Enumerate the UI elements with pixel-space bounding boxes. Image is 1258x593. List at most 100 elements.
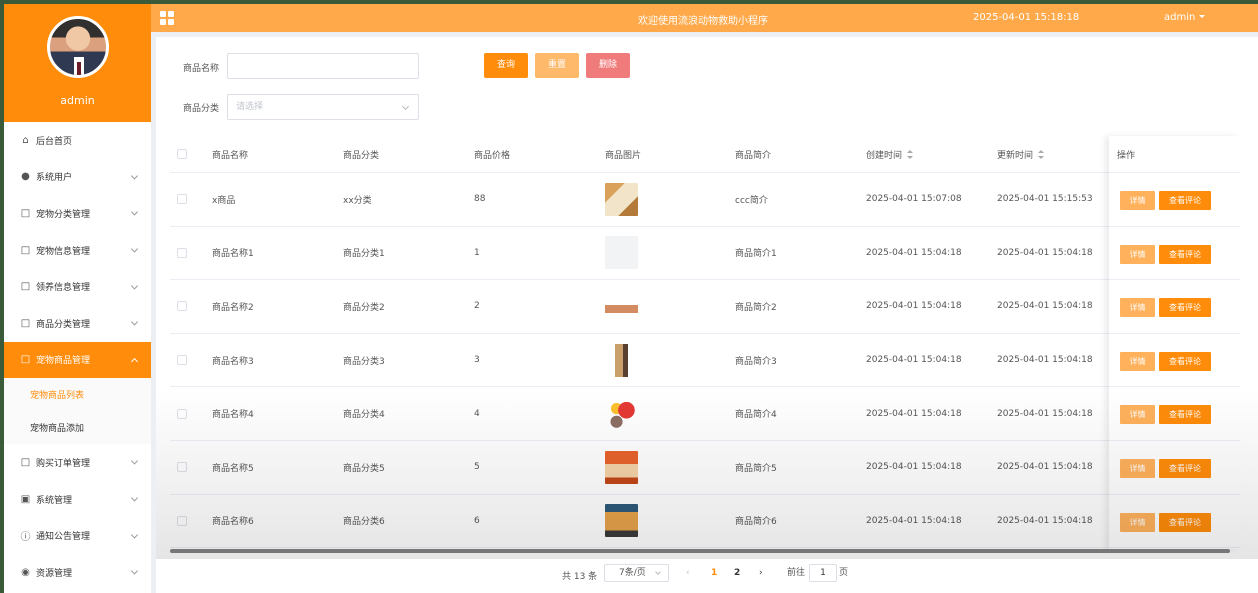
sidebar: admin ⌂ 后台首页 ● 系统用户 □ 宠物分类管理 □ 宠物信息管理 □ 领养信息管理 □ 商品… <box>4 4 151 593</box>
product-thumbnail[interactable] <box>605 504 638 538</box>
sidebar-item[interactable]: □ 商品分类管理 <box>4 305 151 342</box>
user-dropdown[interactable]: admin <box>1164 12 1205 23</box>
page-size-select[interactable]: 7条/页 <box>604 564 669 582</box>
home-icon: ⌂ <box>22 134 29 146</box>
row-checkbox[interactable] <box>177 247 187 258</box>
avatar[interactable] <box>47 16 109 78</box>
view-reviews-button[interactable]: 查看评论 <box>1159 298 1211 318</box>
delete-button[interactable]: 删除 <box>586 53 630 78</box>
view-reviews-button[interactable]: 查看评论 <box>1159 191 1211 210</box>
profile-area: admin <box>4 4 151 122</box>
chevron-down-icon <box>130 567 139 575</box>
row-checkbox[interactable] <box>177 194 187 205</box>
sidebar-subitem[interactable]: 宠物商品列表 <box>4 378 151 412</box>
detail-button[interactable]: 详情 <box>1120 244 1155 264</box>
sidebar-item-label: 资源管理 <box>36 568 73 579</box>
sidebar-item-label: 商品分类管理 <box>36 319 91 330</box>
category-filter-select[interactable]: 请选择 <box>227 94 419 120</box>
table-row: 商品名称5 商品分类5 5 商品简介5 2025-04-01 15:04:18 2025-… <box>170 441 1240 495</box>
product-thumbnail[interactable] <box>605 182 638 216</box>
sidebar-item[interactable]: ⌂ 后台首页 <box>4 122 151 159</box>
cell-category: xx分类 <box>343 195 372 206</box>
product-thumbnail[interactable] <box>605 397 638 431</box>
col-updated[interactable]: 更新时间 <box>997 136 1045 172</box>
sidebar-item[interactable]: □ 宠物商品管理 <box>4 341 151 379</box>
sidebar-item-label: 系统用户 <box>36 173 73 184</box>
page-suffix: 页 <box>839 568 849 578</box>
page-2[interactable]: 2 <box>734 564 740 582</box>
cell-intro: 商品简介1 <box>735 249 777 260</box>
table-row: x商品 xx分类 88 ccc简介 2025-04-01 15:07:08 2025-04… <box>170 173 1240 227</box>
page-1[interactable]: 1 <box>711 564 717 582</box>
chevron-down-icon <box>130 282 139 290</box>
sidebar-item[interactable]: □ 领养信息管理 <box>4 268 151 305</box>
sidebar-subitem[interactable]: 宠物商品添加 <box>4 411 151 445</box>
sidebar-item-label: 宠物分类管理 <box>36 209 91 220</box>
view-reviews-button[interactable]: 查看评论 <box>1159 244 1211 264</box>
product-thumbnail[interactable] <box>605 289 638 323</box>
product-thumbnail[interactable] <box>605 450 638 484</box>
detail-button[interactable]: 详情 <box>1120 351 1155 371</box>
detail-button[interactable]: 详情 <box>1120 512 1155 532</box>
sidebar-username: admin <box>60 94 95 107</box>
view-reviews-button[interactable]: 查看评论 <box>1159 459 1211 478</box>
image-cell <box>605 280 638 333</box>
sidebar-item[interactable]: □ 宠物信息管理 <box>4 232 151 269</box>
page-size-value: 7条/页 <box>619 568 646 578</box>
cell-name: 商品名称2 <box>212 302 254 313</box>
product-thumbnail[interactable] <box>605 343 638 377</box>
name-filter-input[interactable] <box>227 53 419 79</box>
image-cell <box>605 387 638 440</box>
col-created[interactable]: 创建时间 <box>866 136 914 172</box>
sidebar-item[interactable]: ▣ 系统管理 <box>4 481 151 518</box>
chevron-down-icon <box>655 569 661 575</box>
product-thumbnail[interactable] <box>605 236 638 270</box>
row-checkbox[interactable] <box>177 301 187 312</box>
detail-button[interactable]: 详情 <box>1120 459 1155 478</box>
row-checkbox[interactable] <box>177 462 187 473</box>
sidebar-item[interactable]: ◉ 资源管理 <box>4 554 151 591</box>
sidebar-item[interactable]: ● 系统用户 <box>4 159 151 196</box>
horizontal-scrollbar[interactable] <box>170 549 1230 553</box>
sidebar-item[interactable]: □ 宠物分类管理 <box>4 195 151 232</box>
row-checkbox[interactable] <box>177 408 187 419</box>
chevron-down-icon <box>401 102 410 111</box>
select-all-checkbox[interactable] <box>177 149 187 159</box>
sidebar-item-label: 宠物商品添加 <box>30 424 85 435</box>
cell-name: 商品名称4 <box>212 410 254 421</box>
view-reviews-button[interactable]: 查看评论 <box>1159 351 1211 371</box>
sidebar-item[interactable]: □ 购买订单管理 <box>4 444 151 481</box>
content-panel: 商品名称 商品分类 请选择 查询 重置 删除 商品名称 商品分类 商品价格 商品… <box>156 37 1258 593</box>
row-checkbox[interactable] <box>177 355 187 366</box>
doc-icon: □ <box>20 317 31 329</box>
sort-icon[interactable] <box>907 149 914 159</box>
detail-button[interactable]: 详情 <box>1120 191 1155 210</box>
menu-toggle-icon[interactable] <box>160 11 174 25</box>
detail-button[interactable]: 详情 <box>1120 405 1155 425</box>
cell-created: 2025-04-01 15:04:18 <box>866 515 962 526</box>
cell-created: 2025-04-01 15:04:18 <box>866 247 962 258</box>
query-button[interactable]: 查询 <box>484 53 528 78</box>
cell-created: 2025-04-01 15:07:08 <box>866 194 962 205</box>
col-name: 商品名称 <box>212 150 249 161</box>
chevron-down-icon <box>130 457 139 465</box>
cell-category: 商品分类2 <box>343 302 385 313</box>
sort-icon[interactable] <box>1038 149 1045 159</box>
chevron-down-icon <box>130 318 139 326</box>
reset-button[interactable]: 重置 <box>535 53 579 78</box>
view-reviews-button[interactable]: 查看评论 <box>1159 512 1211 532</box>
next-page-icon[interactable]: › <box>759 564 763 582</box>
cell-intro: 商品简介5 <box>735 463 777 474</box>
detail-button[interactable]: 详情 <box>1120 298 1155 318</box>
row-checkbox[interactable] <box>177 515 187 526</box>
category-placeholder: 请选择 <box>236 102 264 112</box>
goto-page-input[interactable]: 1 <box>809 564 837 582</box>
sidebar-item-label: 领养信息管理 <box>36 283 91 294</box>
chevron-down-icon <box>130 172 139 180</box>
sidebar-item[interactable]: ⓘ 通知公告管理 <box>4 517 151 554</box>
view-reviews-button[interactable]: 查看评论 <box>1159 405 1211 425</box>
cell-category: 商品分类5 <box>343 463 385 474</box>
cell-price: 6 <box>474 515 480 526</box>
cell-intro: 商品简介2 <box>735 302 777 313</box>
prev-page-icon[interactable]: ‹ <box>686 564 690 582</box>
